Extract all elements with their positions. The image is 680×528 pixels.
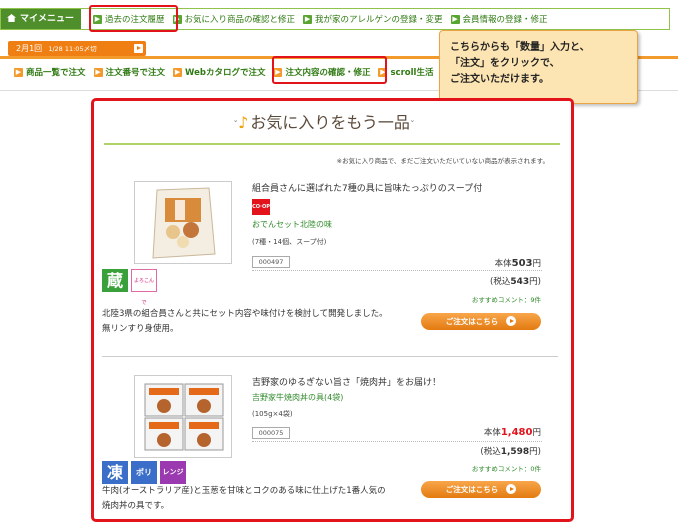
- product-title: 組合員さんに選ばれた7種の具に旨味たっぷりのスープ付: [252, 184, 483, 194]
- my-menu-tab[interactable]: マイメニュー: [1, 9, 81, 29]
- panel-note: ※お気に入り商品で、まだご注文いただいていない商品が表示されます。: [336, 157, 549, 165]
- arrow-icon: ▶: [173, 67, 183, 77]
- callout-tooltip: こちらからも「数量」入力と、 「注文」をクリックで、 ご注文いただけます。: [439, 30, 638, 119]
- arrow-right-icon: [506, 316, 517, 326]
- callout-line: 「注文」をクリックで、: [450, 58, 560, 69]
- yorokonde-badge-icon: よろこんで: [131, 269, 157, 306]
- tax-price: (税込543円): [490, 277, 541, 287]
- decor-icon: ˇ: [409, 120, 415, 131]
- favorite-item: 組合員さんに選ばれた7種の具に旨味たっぷりのスープ付 CO·OP おでんセット北…: [94, 173, 571, 343]
- price: 本体1,480円: [483, 427, 541, 438]
- round-label: 2月1回: [16, 44, 43, 53]
- recommend-comments[interactable]: おすすめコメント：0件: [472, 463, 541, 473]
- nav-web-catalog[interactable]: ▶ Webカタログで注文: [173, 66, 265, 78]
- order-button[interactable]: ご注文はこちら: [421, 481, 541, 498]
- product-image[interactable]: [134, 375, 232, 458]
- frozen-badge-icon: 凍: [102, 461, 128, 484]
- dotted-divider: [252, 270, 542, 271]
- product-code: 000497: [252, 256, 290, 268]
- arrow-right-icon: [506, 484, 517, 494]
- product-code: 000075: [252, 427, 290, 439]
- heading-underline: [104, 143, 560, 145]
- product-spec: (105g×4袋): [252, 410, 293, 418]
- coop-logo: CO·OP: [252, 199, 270, 215]
- microwave-badge-icon: レンジ: [160, 461, 186, 484]
- arrow-icon: ▶: [93, 67, 103, 77]
- poly-badge-icon: ポリ: [131, 461, 157, 484]
- favorites-link[interactable]: ▶ お気に入り商品の確認と修正: [172, 13, 295, 25]
- member-info-link[interactable]: ▶ 会員情報の登録・修正: [450, 13, 548, 25]
- product-spec: (7種・14個、スープ付): [252, 238, 327, 246]
- nav-list-order[interactable]: ▶ 商品一覧で注文: [14, 66, 86, 78]
- price: 本体503円: [494, 258, 541, 269]
- tax-price: (税込1,598円): [480, 447, 541, 457]
- favorites-panel: ˇ♪ お気に入りをもう一品ˇ ※お気に入り商品で、まだご注文いただいていない商品が…: [91, 98, 574, 522]
- product-name[interactable]: おでんセット北陸の味: [252, 219, 332, 230]
- storehouse-badge-icon: 蔵: [102, 269, 128, 292]
- item-separator: [102, 356, 558, 357]
- deadline-time: 1/28 11:05〆切: [48, 45, 97, 53]
- my-menu-label: マイメニュー: [20, 14, 75, 24]
- product-image[interactable]: [134, 181, 232, 264]
- home-icon: [7, 14, 16, 22]
- recommend-comments[interactable]: おすすめコメント：9件: [472, 294, 541, 304]
- callout-line: ご注文いただけます。: [450, 74, 549, 85]
- order-button[interactable]: ご注文はこちら: [421, 313, 541, 330]
- product-name[interactable]: 吉野家牛焼肉丼の具(4袋): [252, 392, 343, 403]
- dotted-divider: [252, 441, 542, 442]
- product-description: 牛肉(オーストラリア産)と玉葱を甘味とコクのある味に仕上げた1番人気の焼肉丼の具…: [102, 486, 386, 511]
- delivery-round[interactable]: 2月1回 1/28 11:05〆切: [8, 41, 146, 56]
- allergen-link[interactable]: ▶ 我が家のアレルゲンの登録・変更: [303, 13, 443, 25]
- music-note-icon: ♪: [238, 113, 249, 132]
- favorite-item: 吉野家のゆるぎない旨さ「焼肉丼」をお届け！ 吉野家牛焼肉丼の具(4袋) (105…: [94, 367, 571, 517]
- callout-line: こちらからも「数量」入力と、: [450, 42, 590, 53]
- nav-number-order[interactable]: ▶ 注文番号で注文: [93, 66, 165, 78]
- highlight-order-history: [89, 5, 178, 32]
- panel-heading: ˇ♪ お気に入りをもう一品ˇ: [233, 113, 415, 132]
- arrow-icon: ▶: [450, 14, 460, 24]
- highlight-order-confirm: [272, 56, 387, 84]
- product-title: 吉野家のゆるぎない旨さ「焼肉丼」をお届け！: [252, 378, 442, 388]
- product-description: 北陸3県の組合員さんと共にセット内容や味付けを検討して開発しました。無リンすり身…: [102, 309, 388, 334]
- arrow-icon: ▶: [14, 67, 23, 77]
- arrow-icon: ▶: [303, 14, 313, 24]
- round-select-icon[interactable]: [134, 44, 143, 53]
